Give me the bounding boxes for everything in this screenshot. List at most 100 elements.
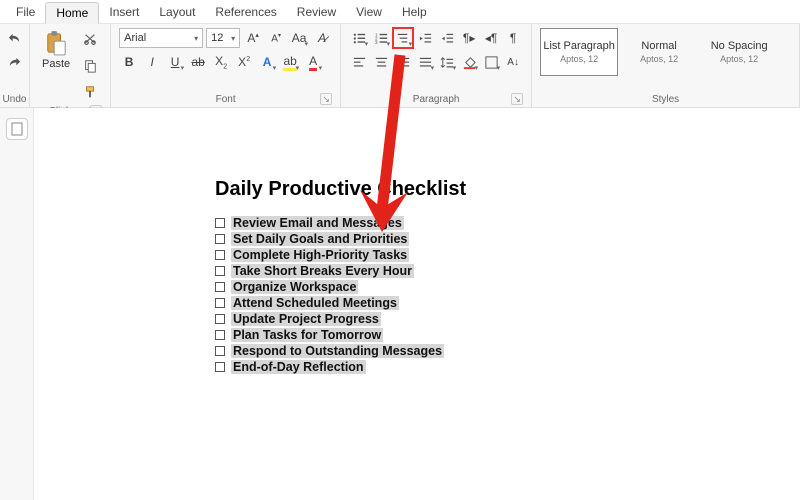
checklist-item[interactable]: Take Short Breaks Every Hour (215, 263, 637, 279)
checkbox-icon[interactable] (215, 298, 225, 308)
checkbox-icon[interactable] (215, 346, 225, 356)
multilevel-list-button[interactable]: ▾ (393, 28, 413, 48)
menu-home[interactable]: Home (45, 2, 99, 24)
shrink-font-button[interactable]: A▾ (266, 28, 286, 48)
document-title[interactable]: Daily Productive Checklist (215, 178, 637, 201)
page: Daily Productive Checklist Review Email … (197, 178, 637, 375)
checklist-item[interactable]: Respond to Outstanding Messages (215, 343, 637, 359)
change-case-button[interactable]: Aa▾ (289, 28, 309, 48)
subscript-button[interactable]: X2 (211, 52, 231, 72)
align-center-button[interactable] (371, 52, 391, 72)
checklist-item-text[interactable]: Set Daily Goals and Priorities (231, 232, 409, 246)
menu-layout[interactable]: Layout (149, 2, 205, 22)
checklist-item[interactable]: Update Project Progress (215, 311, 637, 327)
checkbox-icon[interactable] (215, 250, 225, 260)
copy-button[interactable] (80, 56, 100, 76)
grow-font-button[interactable]: A▴ (243, 28, 263, 48)
text-effects-button[interactable]: A▾ (257, 52, 277, 72)
show-marks-button[interactable]: ¶ (503, 28, 523, 48)
checklist-item-text[interactable]: Update Project Progress (231, 312, 381, 326)
strike-button[interactable]: ab (188, 52, 208, 72)
superscript-button[interactable]: X2 (234, 52, 254, 72)
group-paragraph: ▾ 123▾ ▾ ¶▸ ◂¶ ¶ ▾ ▾ ▾ ▾ A↓ Paragraph↘ (341, 24, 532, 107)
checklist-item[interactable]: Attend Scheduled Meetings (215, 295, 637, 311)
ltr-button[interactable]: ¶▸ (459, 28, 479, 48)
italic-button[interactable]: I (142, 52, 162, 72)
checklist-item-text[interactable]: Respond to Outstanding Messages (231, 344, 444, 358)
borders-button[interactable]: ▾ (481, 52, 501, 72)
font-size-value: 12 (211, 32, 223, 44)
align-right-button[interactable] (393, 52, 413, 72)
menu-review[interactable]: Review (287, 2, 346, 22)
checkbox-icon[interactable] (215, 330, 225, 340)
format-painter-button[interactable] (80, 82, 100, 102)
checklist-item[interactable]: Complete High-Priority Tasks (215, 247, 637, 263)
text-effects-icon: A (263, 55, 272, 69)
checklist-item[interactable]: Set Daily Goals and Priorities (215, 231, 637, 247)
checklist-item-text[interactable]: Review Email and Messages (231, 216, 404, 230)
checkbox-icon[interactable] (215, 218, 225, 228)
rtl-button[interactable]: ◂¶ (481, 28, 501, 48)
checkbox-icon[interactable] (215, 234, 225, 244)
bullets-button[interactable]: ▾ (349, 28, 369, 48)
style-card-mini: Aptos, 12 (640, 54, 678, 64)
menu-view[interactable]: View (346, 2, 392, 22)
redo-icon (7, 55, 22, 70)
menu-references[interactable]: References (205, 2, 286, 22)
checkbox-icon[interactable] (215, 266, 225, 276)
clear-format-button[interactable]: A̷ (312, 28, 332, 48)
style-card-list-paragraph[interactable]: List ParagraphAptos, 12 (540, 28, 618, 76)
highlight-button[interactable]: ab▾ (280, 52, 300, 72)
sort-button[interactable]: A↓ (503, 52, 523, 72)
paragraph-launcher[interactable]: ↘ (511, 93, 523, 105)
redo-button[interactable] (5, 52, 25, 72)
font-launcher[interactable]: ↘ (320, 93, 332, 105)
group-undo: Undo (0, 24, 30, 107)
checklist-item[interactable]: Plan Tasks for Tomorrow (215, 327, 637, 343)
pilcrow-icon: ¶ (510, 31, 516, 45)
checklist[interactable]: Review Email and Messages Set Daily Goals… (215, 215, 637, 375)
checklist-item[interactable]: Organize Workspace (215, 279, 637, 295)
checklist-item-text[interactable]: Complete High-Priority Tasks (231, 248, 409, 262)
menu-insert[interactable]: Insert (99, 2, 149, 22)
menu-help[interactable]: Help (392, 2, 437, 22)
shading-button[interactable]: ▾ (459, 52, 479, 72)
checklist-item[interactable]: Review Email and Messages (215, 215, 637, 231)
scissors-icon (83, 33, 97, 47)
checkbox-icon[interactable] (215, 362, 225, 372)
underline-button[interactable]: U▾ (165, 52, 185, 72)
numbering-button[interactable]: 123▾ (371, 28, 391, 48)
font-name-combo[interactable]: Arial▾ (119, 28, 203, 48)
increase-indent-button[interactable] (437, 28, 457, 48)
checklist-item-text[interactable]: End-of-Day Reflection (231, 360, 366, 374)
menu-file[interactable]: File (6, 2, 45, 22)
checklist-item[interactable]: End-of-Day Reflection (215, 359, 637, 375)
line-spacing-button[interactable]: ▾ (437, 52, 457, 72)
checkbox-icon[interactable] (215, 282, 225, 292)
rtl-icon: ◂¶ (485, 31, 497, 45)
checklist-item-text[interactable]: Take Short Breaks Every Hour (231, 264, 414, 278)
undo-button[interactable] (5, 28, 25, 48)
checklist-item-text[interactable]: Plan Tasks for Tomorrow (231, 328, 383, 342)
style-card-normal[interactable]: NormalAptos, 12 (620, 28, 698, 76)
style-card-no-spacing[interactable]: No SpacingAptos, 12 (700, 28, 778, 76)
checklist-item-text[interactable]: Attend Scheduled Meetings (231, 296, 399, 310)
checkbox-icon[interactable] (215, 314, 225, 324)
font-size-combo[interactable]: 12▾ (206, 28, 240, 48)
navigation-pane-button[interactable] (6, 118, 28, 140)
align-left-button[interactable] (349, 52, 369, 72)
paste-label: Paste (42, 58, 70, 70)
sort-icon: A↓ (507, 57, 519, 68)
paste-button[interactable]: Paste (38, 28, 74, 72)
grow-font-icon: A▴ (247, 31, 259, 45)
justify-button[interactable]: ▾ (415, 52, 435, 72)
checklist-item-text[interactable]: Organize Workspace (231, 280, 358, 294)
paste-icon (45, 30, 67, 56)
document-canvas[interactable]: Daily Productive Checklist Review Email … (34, 108, 800, 500)
decrease-indent-button[interactable] (415, 28, 435, 48)
cut-button[interactable] (80, 30, 100, 50)
style-card-mini: Aptos, 12 (720, 54, 758, 64)
paintbrush-icon (83, 85, 97, 99)
font-color-button[interactable]: A▾ (303, 52, 323, 72)
bold-button[interactable]: B (119, 52, 139, 72)
